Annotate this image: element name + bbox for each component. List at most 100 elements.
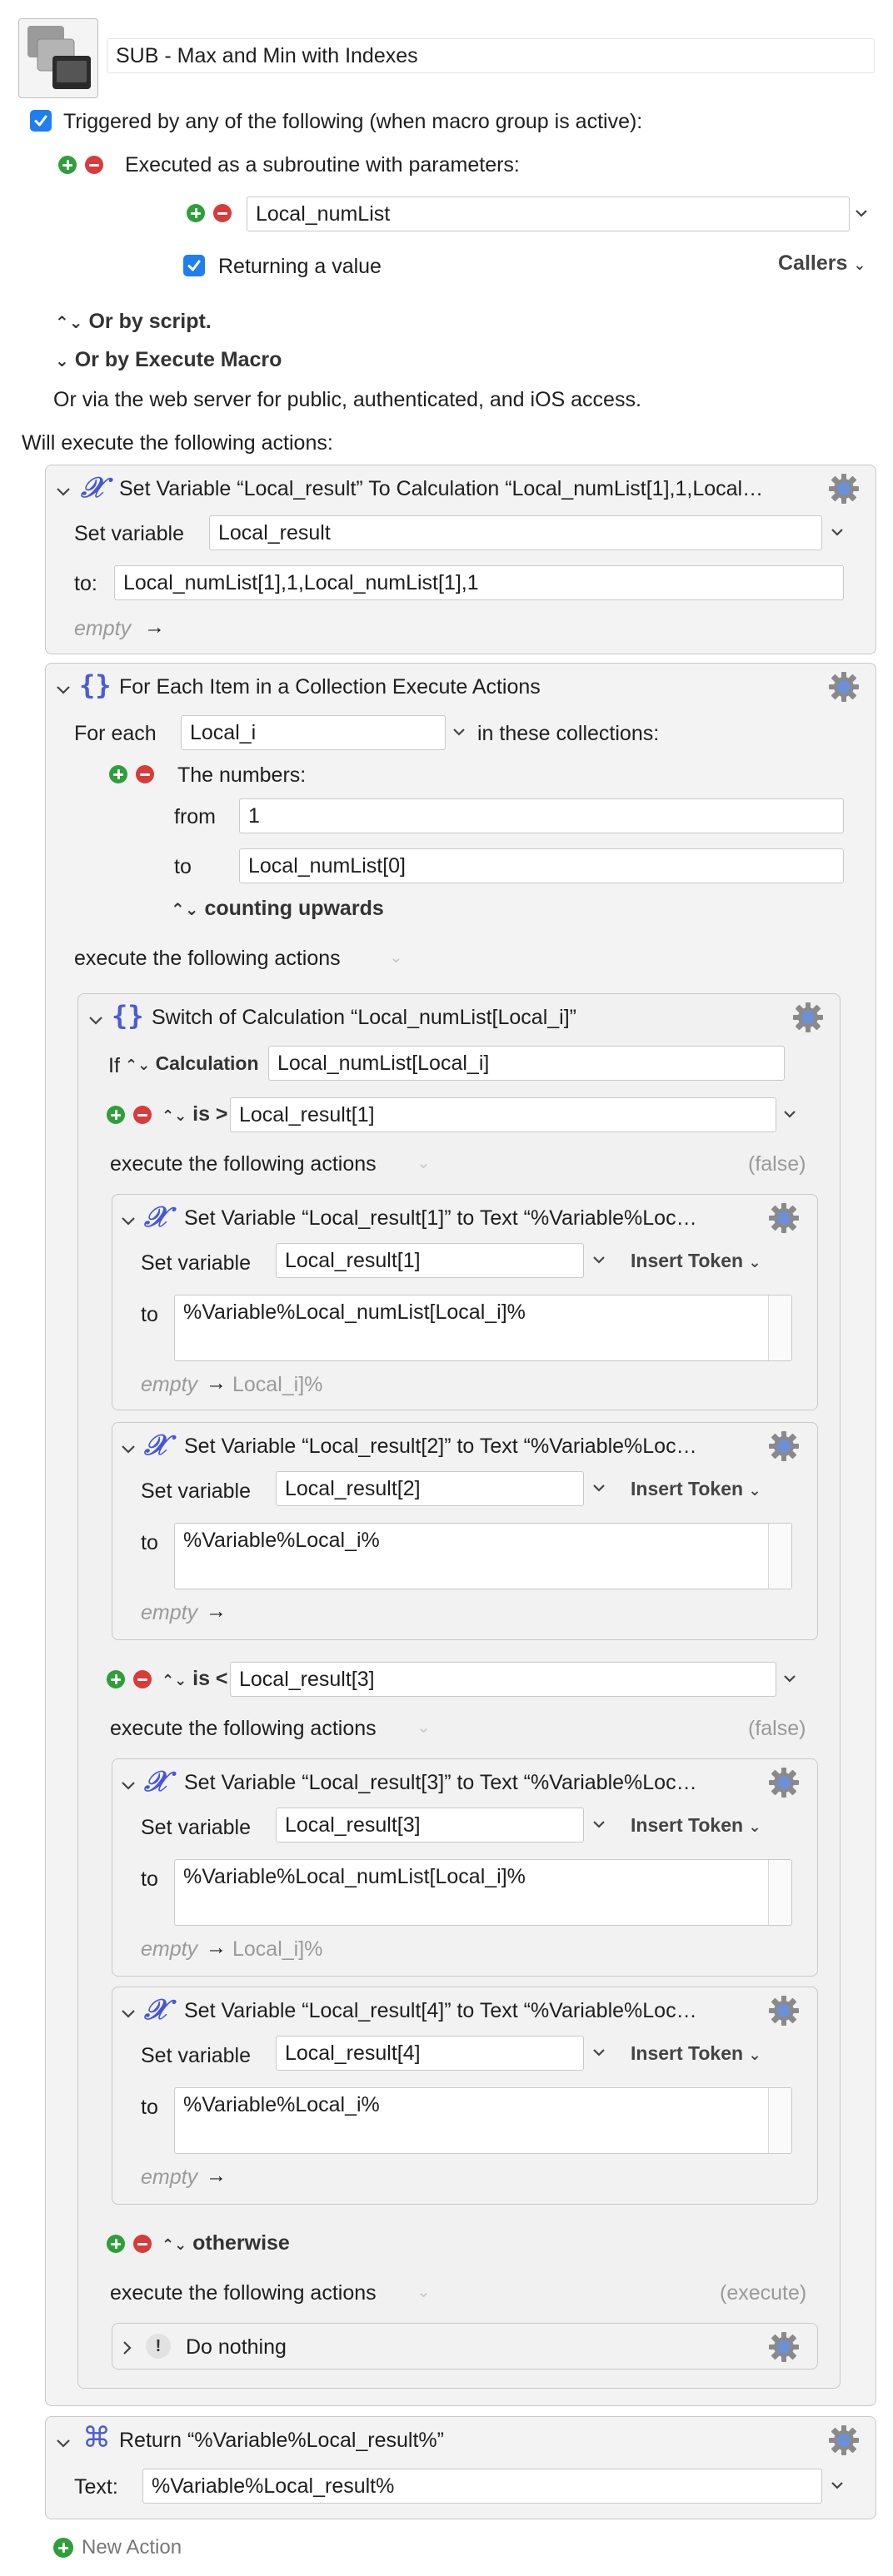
text-scrollbar[interactable] <box>768 1295 791 1360</box>
remove-collection-button[interactable] <box>136 765 154 783</box>
add-collection-button[interactable] <box>109 765 127 783</box>
insert-token-button[interactable]: Insert Token ⌄ <box>631 2042 761 2065</box>
case-value-field[interactable]: Local_result[1] <box>230 1097 776 1132</box>
gear-icon[interactable] <box>767 1766 801 1799</box>
gear-icon[interactable] <box>827 2424 861 2457</box>
chevron-down-icon[interactable] <box>855 208 868 218</box>
preview-arrow: → <box>206 2164 227 2187</box>
collapse-chevron-icon[interactable] <box>88 1016 103 1026</box>
chevron-down-icon[interactable]: ⌄ <box>389 947 403 967</box>
return-text-field[interactable]: %Variable%Local_result% <box>142 2469 822 2504</box>
chevron-down-icon[interactable] <box>592 2047 606 2057</box>
remove-case-button[interactable] <box>133 2235 152 2253</box>
chevron-down-icon[interactable]: ⌄ <box>417 1152 431 1173</box>
collapse-chevron-icon[interactable] <box>121 1445 136 1455</box>
or-by-script-toggle[interactable]: ⌃⌄ Or by script. <box>55 310 212 334</box>
gear-icon[interactable] <box>791 1001 825 1034</box>
remove-case-button[interactable] <box>133 1670 152 1688</box>
switch-calculation-field[interactable]: Local_numList[Local_i] <box>268 1046 785 1081</box>
in-collections-label: in these collections: <box>477 722 660 745</box>
case-operator-popup[interactable]: ⌃⌄ is < <box>162 1667 228 1691</box>
set-variable-action[interactable]: 𝒳 Set Variable “Local_result[4]” to Text… <box>112 1987 818 2205</box>
text-field[interactable]: %Variable%Local_numList[Local_i]% <box>174 1295 792 1361</box>
from-field[interactable]: 1 <box>239 798 844 833</box>
add-parameter-button[interactable] <box>187 204 205 222</box>
execute-actions-label: execute the following actions <box>110 1152 377 1176</box>
for-each-action[interactable]: {} For Each Item in a Collection Execute… <box>45 663 876 2406</box>
collapse-chevron-icon[interactable] <box>56 2439 71 2449</box>
collapse-chevron-icon[interactable] <box>121 1216 136 1226</box>
insert-token-button[interactable]: Insert Token ⌄ <box>631 1478 761 1500</box>
gear-icon[interactable] <box>827 472 861 505</box>
case-operator-popup[interactable]: ⌃⌄ otherwise <box>162 2231 290 2255</box>
variable-name-field[interactable]: Local_result[2] <box>276 1471 584 1506</box>
callers-button[interactable]: Callers ⌄ <box>778 251 866 276</box>
plus-icon <box>53 2538 73 2558</box>
chevron-down-icon[interactable] <box>592 1255 606 1265</box>
case-value-field[interactable]: Local_result[3] <box>230 1662 776 1697</box>
text-scrollbar[interactable] <box>768 2088 791 2153</box>
chevron-down-icon[interactable] <box>783 1673 796 1683</box>
text-scrollbar[interactable] <box>768 1860 791 1925</box>
add-trigger-button[interactable] <box>58 156 77 174</box>
gear-icon[interactable] <box>827 670 861 704</box>
preview-text: Local_i]% <box>232 1373 323 1396</box>
case-operator-label: is > <box>192 1102 228 1126</box>
returning-checkbox[interactable] <box>183 255 205 276</box>
variable-name-field[interactable]: Local_result <box>209 515 822 550</box>
add-case-button[interactable] <box>107 1670 125 1688</box>
gear-icon[interactable] <box>767 1201 801 1235</box>
macro-name-field[interactable]: SUB - Max and Min with Indexes <box>107 38 875 73</box>
insert-token-button[interactable]: Insert Token ⌄ <box>631 1814 761 1837</box>
calculation-field[interactable]: Local_numList[1],1,Local_numList[1],1 <box>114 565 844 600</box>
chevron-down-icon[interactable] <box>831 527 844 537</box>
set-variable-action[interactable]: 𝒳 Set Variable “Local_result[1]” to Text… <box>112 1194 818 1410</box>
triggered-checkbox[interactable] <box>30 110 52 132</box>
insert-token-button[interactable]: Insert Token ⌄ <box>631 1250 761 1272</box>
remove-parameter-button[interactable] <box>213 204 232 222</box>
variable-x-icon: 𝒳 <box>81 471 106 505</box>
set-variable-action[interactable]: 𝒳 Set Variable “Local_result[2]” to Text… <box>112 1422 818 1640</box>
collapse-chevron-icon[interactable] <box>121 1781 136 1791</box>
parameter-field[interactable]: Local_numList <box>247 196 850 231</box>
counting-direction-popup[interactable]: ⌃⌄ counting upwards <box>171 897 384 921</box>
or-by-execute-macro-toggle[interactable]: ⌄ Or by Execute Macro <box>55 348 282 372</box>
collapse-chevron-icon[interactable] <box>56 685 71 695</box>
switch-action[interactable]: {} Switch of Calculation “Local_numList[… <box>77 993 841 2389</box>
collapse-chevron-icon[interactable] <box>56 487 71 497</box>
chevron-down-icon[interactable] <box>592 1483 606 1493</box>
return-action[interactable]: ⌘ Return “%Variable%Local_result%” Text:… <box>45 2416 876 2519</box>
new-action-button[interactable]: New Action <box>53 2534 182 2561</box>
case-operator-popup[interactable]: ⌃⌄ is > <box>162 1102 228 1126</box>
gear-icon[interactable] <box>767 1994 801 2027</box>
add-case-button[interactable] <box>107 2235 125 2253</box>
gear-icon[interactable] <box>767 2330 801 2364</box>
text-field[interactable]: %Variable%Local_i% <box>174 2087 792 2154</box>
set-variable-action[interactable]: 𝒳 Set Variable “Local_result[3]” to Text… <box>112 1758 818 1977</box>
loop-variable-field[interactable]: Local_i <box>181 715 446 750</box>
to-field[interactable]: Local_numList[0] <box>239 848 844 883</box>
set-variable-action[interactable]: 𝒳 Set Variable “Local_result” To Calcula… <box>45 465 876 654</box>
chevron-down-icon[interactable] <box>783 1109 796 1119</box>
text-scrollbar[interactable] <box>768 1524 791 1589</box>
variable-name-field[interactable]: Local_result[3] <box>276 1808 584 1842</box>
chevron-down-icon[interactable]: ⌄ <box>417 1717 431 1738</box>
chevron-down-icon[interactable]: ⌄ <box>417 2281 431 2302</box>
variable-name-field[interactable]: Local_result[4] <box>276 2036 584 2071</box>
expand-chevron-icon[interactable] <box>122 2340 132 2355</box>
calculation-type-popup[interactable]: ⌃⌄ Calculation <box>125 1052 259 1075</box>
remove-trigger-button[interactable] <box>85 156 103 174</box>
text-field[interactable]: %Variable%Local_i% <box>174 1523 792 1589</box>
macro-icon[interactable] <box>18 18 98 98</box>
chevron-down-icon[interactable] <box>452 727 466 737</box>
chevron-down-icon[interactable] <box>831 2480 844 2490</box>
remove-case-button[interactable] <box>133 1106 152 1124</box>
text-field[interactable]: %Variable%Local_numList[Local_i]% <box>174 1859 792 1926</box>
chevron-down-icon[interactable] <box>592 1819 606 1829</box>
gear-icon[interactable] <box>767 1430 801 1463</box>
action-title: Set Variable “Local_result[1]” to Text “… <box>184 1206 697 1230</box>
do-nothing-action[interactable]: ! Do nothing <box>112 2323 818 2370</box>
add-case-button[interactable] <box>107 1106 125 1124</box>
variable-name-field[interactable]: Local_result[1] <box>276 1243 584 1278</box>
collapse-chevron-icon[interactable] <box>121 2009 136 2019</box>
